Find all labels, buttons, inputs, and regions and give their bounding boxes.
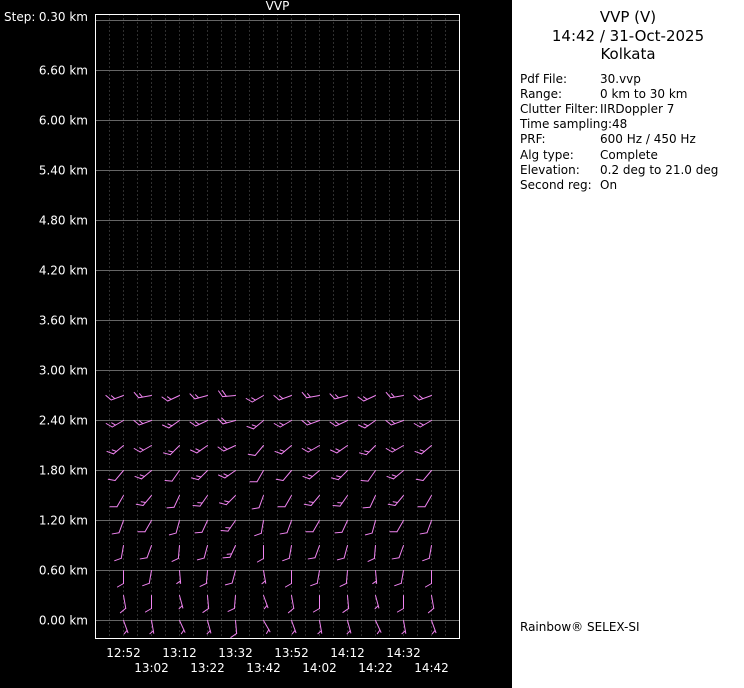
svg-text:14:22: 14:22 — [358, 661, 393, 675]
info-label: Elevation: — [520, 162, 580, 177]
svg-text:12:52: 12:52 — [106, 646, 141, 660]
svg-text:13:12: 13:12 — [162, 646, 197, 660]
svg-text:6.60 km: 6.60 km — [39, 64, 88, 78]
info-value: 600 Hz / 450 Hz — [600, 132, 696, 147]
chart-title: VVP — [266, 0, 290, 13]
y-axis-labels: 6.60 km 6.00 km 5.40 km 4.80 km 4.20 km 3.60 … — [39, 64, 88, 628]
svg-text:14:42: 14:42 — [414, 661, 449, 675]
x-axis-labels: 12:5213:0213:1213:2213:3213:4213:5214:02… — [106, 646, 449, 675]
info-row-second-reg: Second reg: On — [520, 178, 744, 193]
info-list: Pdf File: 30.vvp Range: 0 km to 30 km Cl… — [512, 72, 744, 194]
info-label: Time sampling: — [520, 117, 613, 132]
svg-text:1.80 km: 1.80 km — [39, 464, 88, 478]
panel-title: VVP (V) — [599, 8, 657, 26]
svg-text:13:52: 13:52 — [274, 646, 309, 660]
vvp-app-window: VVP Step: 0.30 km 6.60 km 6.00 km 5.40 km 4.80… — [0, 0, 744, 688]
svg-text:14:32: 14:32 — [386, 646, 421, 660]
svg-text:13:32: 13:32 — [218, 646, 253, 660]
svg-text:4.80 km: 4.80 km — [39, 214, 88, 228]
info-row-prf: PRF: 600 Hz / 450 Hz — [520, 132, 744, 147]
svg-text:5.40 km: 5.40 km — [39, 164, 88, 178]
svg-text:3.60 km: 3.60 km — [39, 314, 88, 328]
svg-text:0.60 km: 0.60 km — [39, 564, 88, 578]
info-label: Alg type: — [520, 147, 574, 162]
panel-datetime: 14:42 / 31-Oct-2025 — [551, 26, 705, 45]
svg-text:3.00 km: 3.00 km — [39, 364, 88, 378]
info-row-range: Range: 0 km to 30 km — [520, 87, 744, 102]
info-value: Complete — [600, 147, 658, 162]
wind-barbs — [105, 390, 437, 638]
svg-text:6.00 km: 6.00 km — [39, 114, 88, 128]
step-label: Step: — [4, 10, 35, 24]
svg-text:14:02: 14:02 — [302, 661, 337, 675]
vvp-wind-profile-chart: VVP Step: 0.30 km 6.60 km 6.00 km 5.40 km 4.80… — [4, 0, 460, 675]
info-value: On — [600, 177, 618, 192]
svg-text:4.20 km: 4.20 km — [39, 264, 88, 278]
info-value: 30.vvp — [600, 71, 641, 86]
info-row-pdf-file: Pdf File: 30.vvp — [520, 72, 744, 87]
info-label: Clutter Filter: — [520, 101, 599, 116]
brand-label: Rainbow® SELEX-SI — [520, 620, 640, 634]
info-label: Range: — [520, 86, 563, 101]
info-label: Pdf File: — [520, 71, 568, 86]
svg-text:14:12: 14:12 — [330, 646, 365, 660]
svg-text:13:22: 13:22 — [190, 661, 225, 675]
svg-text:1.20 km: 1.20 km — [39, 514, 88, 528]
info-value: 0 km to 30 km — [600, 86, 688, 101]
svg-text:2.40 km: 2.40 km — [39, 414, 88, 428]
panel-header: VVP (V) 14:42 / 31-Oct-2025 Kolkata — [512, 8, 744, 64]
info-panel: VVP (V) 14:42 / 31-Oct-2025 Kolkata Pdf … — [512, 0, 744, 688]
svg-text:0.00 km: 0.00 km — [39, 614, 88, 628]
info-row-elevation: Elevation: 0.2 deg to 21.0 deg — [520, 163, 744, 178]
panel-station: Kolkata — [600, 45, 656, 63]
step-value: 0.30 km — [39, 10, 88, 24]
info-row-alg-type: Alg type: Complete — [520, 148, 744, 163]
info-value: 48 — [612, 117, 628, 132]
info-label: PRF: — [520, 132, 546, 147]
grid-vertical — [109, 14, 446, 639]
info-value: IIRDoppler 7 — [600, 101, 675, 116]
info-row-clutter-filter: Clutter Filter: IIRDoppler 7 — [520, 102, 744, 117]
info-value: 0.2 deg to 21.0 deg — [600, 162, 719, 177]
info-label: Second reg: — [520, 177, 592, 192]
info-row-time-sampling: Time sampling: 48 — [520, 117, 744, 132]
svg-text:13:02: 13:02 — [134, 661, 169, 675]
svg-text:13:42: 13:42 — [246, 661, 281, 675]
